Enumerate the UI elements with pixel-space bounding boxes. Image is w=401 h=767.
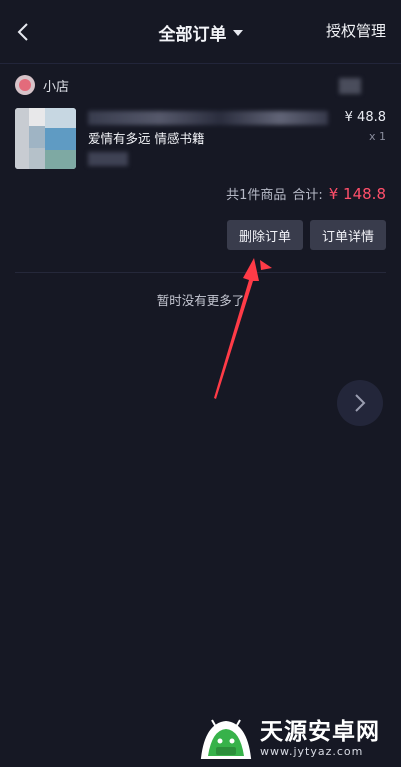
watermark-name: 天源安卓网 <box>260 718 380 745</box>
chevron-left-icon <box>17 23 28 41</box>
site-watermark: 天源安卓网 www.jytyaz.com <box>198 714 398 764</box>
watermark-url: www.jytyaz.com <box>260 745 364 758</box>
nav-header: 全部订单 授权管理 <box>0 0 401 64</box>
no-more-text: 暂时没有更多了 <box>156 293 245 308</box>
product-thumbnail[interactable] <box>15 108 76 169</box>
order-status-redacted <box>339 78 361 94</box>
order-detail-button[interactable]: 订单详情 <box>309 220 386 250</box>
item-count: 共1件商品 <box>226 188 287 203</box>
shop-row[interactable]: 小店 <box>15 74 69 96</box>
total-amount: ¥ 148.8 <box>328 185 386 203</box>
product-spec-redacted <box>88 152 128 166</box>
authorization-management-link[interactable]: 授权管理 <box>326 20 386 41</box>
divider <box>15 272 386 273</box>
unit-price: ¥ 48.8 <box>344 110 386 125</box>
delete-order-button[interactable]: 删除订单 <box>226 220 303 250</box>
chevron-right-icon <box>355 394 366 412</box>
order-actions: 删除订单 订单详情 <box>226 220 386 250</box>
product-subtitle: 爱情有多远 情感书籍 <box>88 131 205 146</box>
shop-avatar <box>15 75 35 95</box>
order-summary: 共1件商品 合计: ¥ 148.8 <box>226 184 386 203</box>
quantity: x 1 <box>368 130 386 143</box>
caret-down-icon <box>232 30 243 36</box>
shop-name: 小店 <box>43 79 70 95</box>
android-logo-icon <box>200 719 252 759</box>
back-button[interactable] <box>10 18 36 46</box>
orders-page: 全部订单 授权管理 小店 爱情有多远 情感书籍 ¥ 48.8 x 1 共1件商品… <box>0 0 401 767</box>
total-label: 合计: <box>292 188 323 203</box>
red-arrow-annotation-icon <box>214 258 272 399</box>
product-title-redacted <box>88 111 328 125</box>
order-filter-dropdown[interactable]: 全部订单 <box>159 20 243 45</box>
next-button[interactable] <box>337 380 383 426</box>
page-title: 全部订单 <box>158 24 227 45</box>
